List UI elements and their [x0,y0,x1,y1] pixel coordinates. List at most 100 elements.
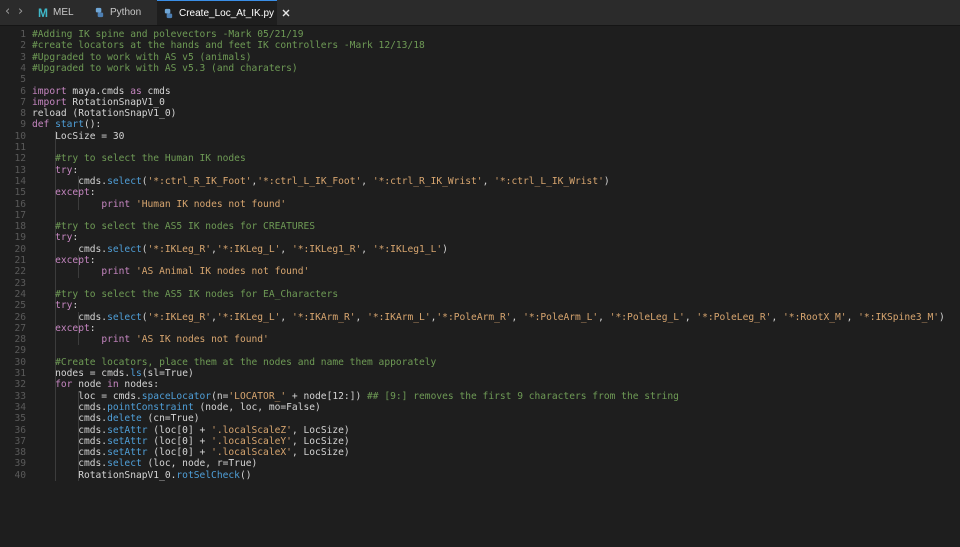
code-token: LocSize = 30 [32,130,125,142]
code-token: : [89,322,96,334]
tab-label: Python [110,7,142,18]
code-text: import RotationSnapV1_0 [32,97,165,108]
code-token: , [684,311,697,323]
code-token: , [771,311,784,323]
code-token: loc = cmds. [32,390,142,402]
code-text: RotationSnapV1_0.rotSelCheck() [32,470,251,481]
code-token: import [32,85,67,97]
line-number: 38 [14,447,26,459]
code-text: for node in nodes: [32,379,159,390]
code-token: nodes = cmds. [32,368,131,379]
line-number: 32 [14,379,26,391]
tab-create-loc-at-ik[interactable]: Create_Loc_At_IK.py [157,0,290,25]
code-token: ) [939,311,945,323]
code-text: cmds.setAttr (loc[0] + '.localScaleX', L… [32,447,350,458]
code-token: (cn=True) [141,413,200,425]
code-token: '*:RootX_M' [783,311,847,323]
code-token: for [55,379,73,391]
line-number: 9 [20,119,26,131]
code-token: , [482,175,495,187]
code-token: cmds. [32,413,108,425]
line-number: 18 [14,221,26,233]
code-token: try [55,164,73,176]
line-number: 7 [20,96,26,108]
code-token: '*:ctrl_L_IK_Wrist' [494,175,604,187]
code-token: , [280,243,292,255]
code-text: loc = cmds.spaceLocator(n='LOCATOR_' + n… [32,391,679,402]
code-token: cmds. [32,435,108,447]
line-number: 8 [20,108,26,120]
code-text: cmds.setAttr (loc[0] + '.localScaleY', L… [32,436,350,447]
code-editor[interactable]: 1 #Adding IK spine and polevectors -Mark … [0,26,960,547]
code-token: : [89,255,96,266]
code-token: #try to select the AS5 IK nodes for CREA… [55,221,316,233]
code-token: '*:ctrl_R_IK_Wrist' [372,175,483,187]
code-token: in [107,379,119,391]
code-token: delete [107,413,142,425]
code-token: ) [442,243,448,255]
code-text: #try to select the Human IK nodes [32,153,246,164]
line-number: 3 [20,51,26,63]
line-number: 39 [14,458,26,470]
code-text: cmds.setAttr (loc[0] + '.localScaleZ', L… [32,425,350,436]
code-token: : [72,300,79,312]
line-number: 34 [14,401,26,413]
python-icon [163,8,174,19]
line-number: 19 [14,232,26,244]
code-text: cmds.select (loc, node, r=True) [32,458,257,469]
code-token: select [107,458,142,470]
line-number: 24 [14,288,26,300]
code-token: : [72,232,79,244]
code-token: '.localScaleX' [211,447,292,459]
code-token: setAttr [107,447,148,459]
code-token: (node, loc, mo=False) [193,401,321,413]
tab-mel[interactable]: M MEL [34,0,84,25]
code-text: cmds.select('*:ctrl_R_IK_Foot','*:ctrl_L… [32,175,609,187]
line-number: 22 [14,266,26,278]
python-icon [94,7,105,18]
tab-label: Create_Loc_At_IK.py [179,7,275,19]
line-number: 10 [14,130,26,142]
code-token: '*:IKSpine3_M' [858,311,940,323]
code-token: (loc[0] + [147,447,212,459]
code-token: (n= [211,390,229,402]
code-token: '*:IKLeg1_R' [291,243,362,255]
line-number: 14 [14,175,26,187]
code-token: print [101,266,131,278]
line-number: 2 [20,40,26,52]
code-text: #Adding IK spine and polevectors -Mark 0… [32,29,303,40]
code-token: 'AS Animal IK nodes not found' [135,266,310,278]
line-number: 21 [14,255,26,266]
line-number: 35 [14,413,26,425]
code-token: (sl=True) [141,368,194,379]
line-number: 28 [14,334,26,346]
code-token: : [72,164,79,176]
forward-arrow-icon[interactable]: › [18,5,23,19]
code-token: 'Human IK nodes not found' [135,198,287,210]
code-token: '*:IKLeg1_L' [372,243,443,255]
code-token: , [511,311,524,323]
code-token: '*:IKArm_L' [367,311,431,323]
line-number: 23 [14,277,26,289]
back-arrow-icon[interactable]: ‹ [5,5,10,19]
close-icon[interactable] [282,9,290,17]
code-token: ## [9:] removes the first 9 characters f… [367,390,679,402]
code-token: setAttr [107,424,148,436]
code-token: print [101,334,131,346]
code-token: cmds [141,85,171,97]
code-token: '*:IKLeg_L' [216,243,281,255]
code-token: #try to select the AS5 IK nodes for EA_C… [55,288,339,300]
code-token: #Upgraded to work with AS v5.3 (and char… [32,62,298,74]
code-token: cmds. [32,458,108,470]
tab-label: MEL [53,7,74,18]
tab-bar: ‹ › M MEL Python Create_Loc_At_IK.py [0,0,960,26]
code-token: #Create locators, place them at the node… [55,356,437,368]
code-token: (loc[0] + [147,435,212,447]
code-token: #Upgraded to work with AS v5 (animals) [32,51,252,63]
line-number: 25 [14,300,26,312]
tab-python[interactable]: Python [90,0,152,25]
